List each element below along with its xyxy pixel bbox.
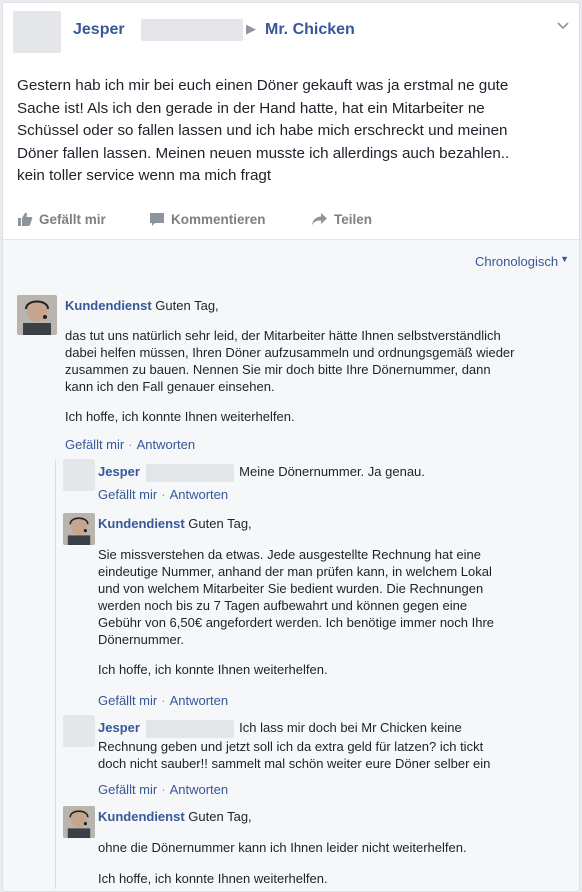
comment-label: Kommentieren bbox=[171, 212, 266, 227]
comment-paragraph: Sie missverstehen da etwas. Jede ausgest… bbox=[98, 546, 568, 648]
comment-line: werden noch bis zu 7 Tagen aufbewahrt un… bbox=[98, 598, 468, 613]
separator-dot: · bbox=[161, 487, 166, 502]
comment-button[interactable]: Kommentieren bbox=[149, 212, 266, 227]
comment-paragraph: Ich hoffe, ich konnte Ihnen weiterhelfen… bbox=[98, 870, 568, 887]
commenter-name[interactable]: Kundendienst bbox=[98, 809, 185, 824]
comment-greeting: Guten Tag, bbox=[188, 809, 252, 824]
comment-reply-link[interactable]: Antworten bbox=[137, 437, 196, 452]
comment-paragraph: Ich hoffe, ich konnte Ihnen weiterhelfen… bbox=[98, 661, 568, 678]
separator-dot: · bbox=[161, 693, 166, 708]
reply-text-line: Ich lass mir doch bei Mr Chicken keine bbox=[239, 720, 462, 735]
comment-paragraph: das tut uns natürlich sehr leid, der Mit… bbox=[65, 327, 565, 395]
commenter-name[interactable]: Jesper bbox=[98, 720, 140, 735]
redacted-surname bbox=[141, 19, 243, 41]
comment-paragraph: ohne die Dönernummer kann ich Ihnen leid… bbox=[98, 839, 568, 856]
comment-body: das tut uns natürlich sehr leid, der Mit… bbox=[65, 327, 565, 438]
post-text-line: kein toller service wenn ma mich fragt bbox=[17, 167, 272, 184]
reply-body: ohne die Dönernummer kann ich Ihnen leid… bbox=[98, 839, 568, 891]
redacted-surname bbox=[145, 463, 234, 482]
comment-header: Kundendienst Guten Tag, bbox=[65, 297, 219, 314]
comment-like-link[interactable]: Gefällt mir bbox=[98, 487, 157, 502]
chevron-down-icon[interactable] bbox=[557, 17, 569, 33]
post-text: Gestern hab ich mir bei euch einen Döner… bbox=[17, 75, 569, 188]
right-arrow-icon: ▶ bbox=[246, 21, 256, 36]
comment-greeting: Guten Tag, bbox=[188, 516, 252, 531]
separator-dot: · bbox=[161, 782, 166, 797]
comment-reply-link[interactable]: Antworten bbox=[170, 782, 229, 797]
post-text-line: Sache ist! Als ich den gerade in der Han… bbox=[17, 99, 485, 117]
post-text-line: Gestern hab ich mir bei euch einen Döner… bbox=[17, 77, 509, 94]
reply-header: Kundendienst Guten Tag, bbox=[98, 808, 252, 825]
reply-actions: Gefällt mir · Antworten bbox=[98, 693, 228, 708]
post-action-bar: Gefällt mir Kommentieren Teilen bbox=[3, 203, 579, 240]
share-label: Teilen bbox=[334, 212, 373, 227]
like-button[interactable]: Gefällt mir bbox=[17, 212, 106, 227]
caret-down-icon: ▼ bbox=[560, 254, 569, 264]
commenter-name[interactable]: Kundendienst bbox=[65, 298, 152, 313]
post-card: Jesper ▶ Mr. Chicken Gestern hab ich mir… bbox=[2, 2, 580, 892]
sort-label: Chronologisch bbox=[474, 254, 559, 269]
commenter-name[interactable]: Kundendienst bbox=[98, 516, 185, 531]
comment-line: das tut uns natürlich sehr leid, der Mit… bbox=[65, 328, 501, 343]
comment-reply-link[interactable]: Antworten bbox=[170, 487, 229, 502]
comment-line: ohne die Dönernummer kann ich Ihnen leid… bbox=[98, 840, 467, 855]
reply-text-line: doch nicht sauber!! sammelt mal schön we… bbox=[98, 755, 491, 771]
comment-paragraph: Ich hoffe, ich konnte Ihnen weiterhelfen… bbox=[65, 408, 565, 425]
comment-line: Ich hoffe, ich konnte Ihnen weiterhelfen… bbox=[65, 409, 295, 424]
reply-text-line: Rechnung geben und jetzt soll ich da ext… bbox=[98, 738, 484, 754]
comment-line: Ich hoffe, ich konnte Ihnen weiterhelfen… bbox=[98, 662, 328, 677]
comment-line: kann ich den Fall genauer einsehen. bbox=[65, 379, 275, 394]
reply-header: Kundendienst Guten Tag, bbox=[98, 515, 252, 532]
comment-line: zusammen zu bauen. Nennen Sie mir doch b… bbox=[65, 362, 491, 377]
reply-header: Jesper Meine Dönernummer. Ja genau. bbox=[98, 463, 568, 482]
post-target-page[interactable]: Mr. Chicken bbox=[265, 21, 355, 39]
post-header: Jesper ▶ Mr. Chicken bbox=[13, 11, 569, 53]
reply-text: Meine Dönernummer. Ja genau. bbox=[239, 464, 425, 479]
share-arrow-icon bbox=[311, 212, 328, 227]
comment-line: eindeutige Nummer, anhand der man prüfen… bbox=[98, 564, 492, 579]
comment-like-link[interactable]: Gefällt mir bbox=[98, 693, 157, 708]
post-author-name[interactable]: Jesper bbox=[73, 21, 125, 39]
comment-line: und von welchem Mitarbeiter Sie bedient … bbox=[98, 581, 484, 596]
thumbs-up-icon bbox=[17, 212, 33, 227]
comment-like-link[interactable]: Gefällt mir bbox=[65, 437, 124, 452]
post-text-line: Döner fallen lassen. Meinen neuen musste… bbox=[17, 144, 510, 162]
like-label: Gefällt mir bbox=[39, 212, 106, 227]
reply-body: Sie missverstehen da etwas. Jede ausgest… bbox=[98, 546, 568, 691]
kundendienst-avatar[interactable] bbox=[63, 806, 95, 838]
comment-greeting: Guten Tag, bbox=[155, 298, 219, 313]
comment-line: Sie missverstehen da etwas. Jede ausgest… bbox=[98, 547, 482, 562]
comment-reply-link[interactable]: Antworten bbox=[170, 693, 229, 708]
comment-line: Gebühr von 6,50€ angefordert werden. Ich… bbox=[98, 615, 495, 630]
post-text-line: Schüssel oder so fallen lassen und ich h… bbox=[17, 122, 508, 139]
redacted-surname bbox=[145, 719, 234, 738]
kundendienst-avatar[interactable] bbox=[17, 295, 57, 335]
reply-header: Jesper Ich lass mir doch bei Mr Chicken … bbox=[98, 719, 568, 772]
share-button[interactable]: Teilen bbox=[311, 212, 372, 227]
jesper-avatar[interactable] bbox=[63, 715, 95, 747]
jesper-avatar[interactable] bbox=[63, 459, 95, 491]
comment-line: dabei helfen müssen, Ihren Döner aufzusa… bbox=[65, 345, 515, 360]
comment-sort-dropdown[interactable]: Chronologisch ▼ bbox=[475, 254, 569, 269]
kundendienst-avatar[interactable] bbox=[63, 513, 95, 545]
reply-thread-line bbox=[55, 459, 56, 889]
commenter-name[interactable]: Jesper bbox=[98, 464, 140, 479]
reply-actions: Gefällt mir · Antworten bbox=[98, 487, 228, 502]
comment-like-link[interactable]: Gefällt mir bbox=[98, 782, 157, 797]
comment-bubble-icon bbox=[149, 212, 165, 227]
separator-dot: · bbox=[128, 437, 133, 452]
comment-line: Ich hoffe, ich konnte Ihnen weiterhelfen… bbox=[98, 871, 328, 886]
comment-line: Dönernummer. bbox=[98, 632, 184, 647]
comment-actions: Gefällt mir · Antworten bbox=[65, 437, 195, 452]
reply-actions: Gefällt mir · Antworten bbox=[98, 782, 228, 797]
author-avatar[interactable] bbox=[13, 11, 61, 53]
